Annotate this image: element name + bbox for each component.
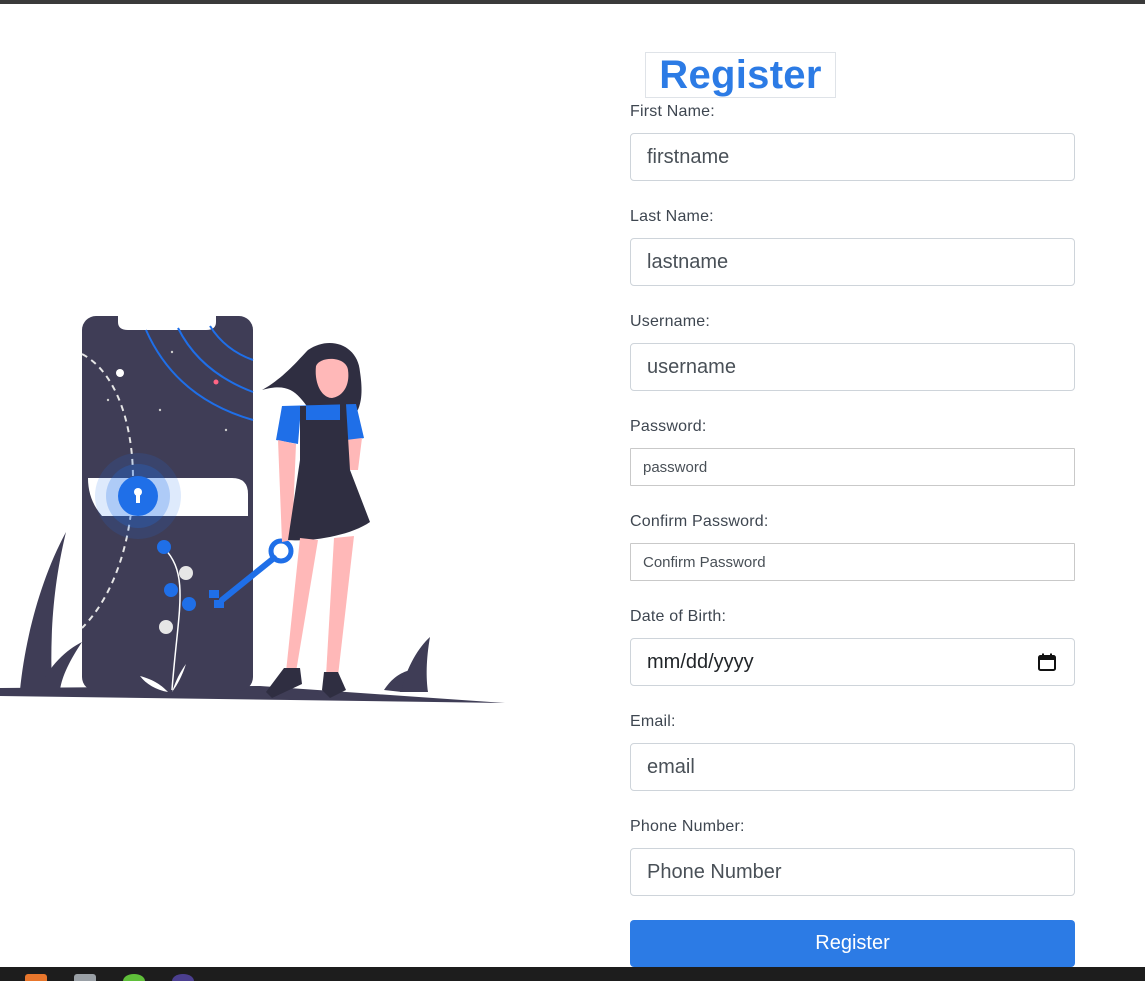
star-dot: [116, 369, 124, 377]
browser-top-strip: [0, 0, 1145, 4]
taskbar-app-icon[interactable]: [25, 974, 47, 981]
phone-number-placeholder: Phone Number: [647, 860, 782, 883]
confirm-password-placeholder: Confirm Password: [643, 553, 766, 571]
grass-right: [400, 637, 430, 692]
flower-dot: [179, 566, 193, 580]
calendar-icon[interactable]: [1038, 653, 1056, 671]
date-of-birth-label: Date of Birth:: [630, 608, 727, 625]
star-dot: [158, 408, 162, 412]
star-dot: [106, 398, 110, 402]
last-name-placeholder: lastname: [647, 250, 729, 273]
star-dot: [213, 379, 219, 385]
woman-figure: [262, 343, 370, 698]
ground-shape: [0, 686, 505, 703]
password-label: Password:: [630, 418, 707, 435]
flower-dot: [164, 583, 178, 597]
first-name-input[interactable]: firstname: [630, 133, 1075, 181]
taskbar-app-icon[interactable]: [123, 974, 145, 981]
username-placeholder: username: [647, 355, 736, 378]
last-name-input[interactable]: lastname: [630, 238, 1075, 286]
taskbar-app-icon[interactable]: [74, 974, 96, 981]
phone-number-input[interactable]: Phone Number: [630, 848, 1075, 896]
register-button-label: Register: [815, 932, 890, 954]
email-placeholder: email: [647, 755, 695, 778]
flower-dot: [159, 620, 173, 634]
register-button[interactable]: Register: [630, 920, 1075, 967]
phone-notch: [118, 316, 216, 330]
keyhole-icon: [95, 453, 181, 539]
security-illustration: [0, 316, 505, 703]
phone-number-label: Phone Number:: [630, 818, 745, 835]
password-placeholder: password: [643, 458, 708, 476]
username-label: Username:: [630, 313, 711, 330]
confirm-password-input[interactable]: Confirm Password: [630, 543, 1075, 581]
flower-dot: [157, 540, 171, 554]
star-dot: [170, 350, 174, 354]
email-label: Email:: [630, 713, 676, 730]
taskbar-app-icon[interactable]: [172, 974, 194, 981]
register-title-box: Register: [645, 52, 836, 98]
star-dot: [224, 428, 228, 432]
date-of-birth-placeholder: mm/dd/yyyy: [647, 650, 754, 673]
username-input[interactable]: username: [630, 343, 1075, 391]
os-taskbar: [0, 967, 1145, 981]
flower-dot: [182, 597, 196, 611]
first-name-label: First Name:: [630, 103, 715, 120]
password-input[interactable]: password: [630, 448, 1075, 486]
date-of-birth-input[interactable]: mm/dd/yyyy: [630, 638, 1075, 686]
first-name-placeholder: firstname: [647, 145, 730, 168]
page-title: Register: [659, 53, 822, 97]
last-name-label: Last Name:: [630, 208, 714, 225]
confirm-password-label: Confirm Password:: [630, 513, 769, 530]
email-input[interactable]: email: [630, 743, 1075, 791]
